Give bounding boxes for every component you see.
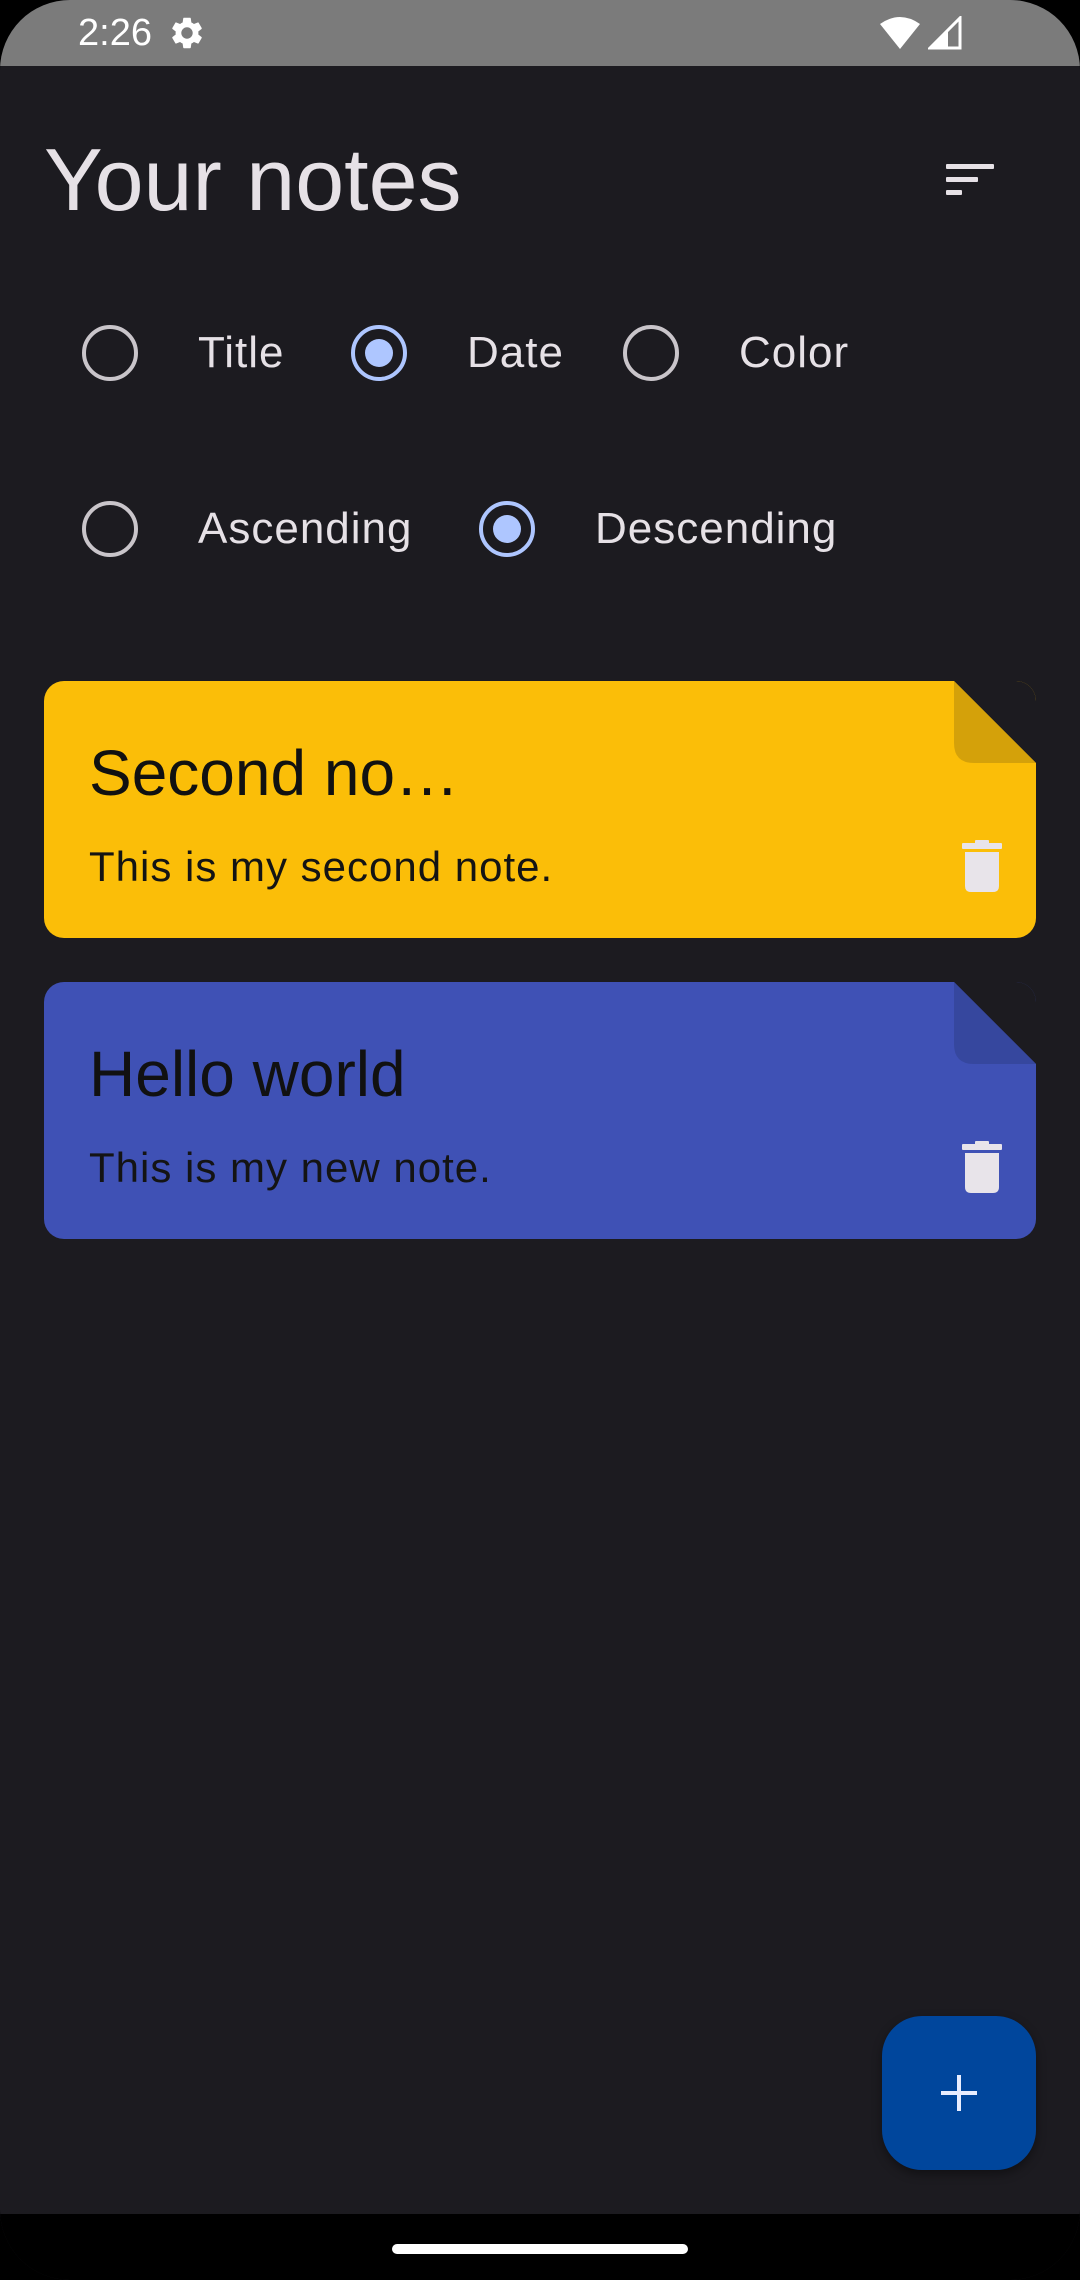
radio-option-descending[interactable]: Descending <box>479 489 837 569</box>
gear-icon <box>168 14 206 52</box>
note-title: Second no… <box>89 737 460 809</box>
radio-label: Title <box>198 328 285 377</box>
cellular-signal-icon <box>926 14 962 50</box>
radio-button-selected[interactable] <box>479 501 535 557</box>
radio-button[interactable] <box>623 325 679 381</box>
sort-direction-options: Ascending Descending <box>0 489 1080 569</box>
plus-icon <box>941 2075 977 2111</box>
radio-option-ascending[interactable]: Ascending <box>82 489 412 569</box>
note-corner-fold <box>954 982 1036 1064</box>
radio-label: Descending <box>595 504 838 553</box>
wifi-icon <box>880 16 920 50</box>
radio-label: Date <box>467 328 564 377</box>
radio-label: Ascending <box>198 504 413 553</box>
note-title: Hello world <box>89 1038 406 1110</box>
order-by-options: Title Date Color <box>0 313 1080 393</box>
status-time: 2:26 <box>78 12 152 54</box>
trash-icon <box>962 1141 1002 1193</box>
add-note-button[interactable] <box>882 2016 1036 2170</box>
radio-option-color[interactable]: Color <box>623 313 849 393</box>
note-corner-fold <box>954 681 1036 763</box>
status-bar: 2:26 <box>0 0 1080 66</box>
radio-button-selected[interactable] <box>351 325 407 381</box>
radio-option-title[interactable]: Title <box>82 313 285 393</box>
sort-icon <box>946 164 994 195</box>
sort-toggle-button[interactable] <box>930 140 1010 220</box>
note-card[interactable]: Second no… This is my second note. <box>44 681 1036 938</box>
navigation-bar <box>0 2214 1080 2280</box>
trash-icon <box>962 840 1002 892</box>
note-content: This is my new note. <box>89 1144 492 1191</box>
radio-button[interactable] <box>82 501 138 557</box>
note-card[interactable]: Hello world This is my new note. <box>44 982 1036 1239</box>
home-gesture-handle[interactable] <box>392 2244 688 2254</box>
page-title: Your notes <box>44 130 462 229</box>
delete-note-button[interactable] <box>952 1132 1012 1202</box>
radio-option-date[interactable]: Date <box>351 313 564 393</box>
radio-button[interactable] <box>82 325 138 381</box>
notes-screen: 2:26 Your notes Title Date Color Ascendi… <box>0 0 1080 2280</box>
radio-label: Color <box>739 328 850 377</box>
delete-note-button[interactable] <box>952 831 1012 901</box>
note-content: This is my second note. <box>89 843 554 890</box>
